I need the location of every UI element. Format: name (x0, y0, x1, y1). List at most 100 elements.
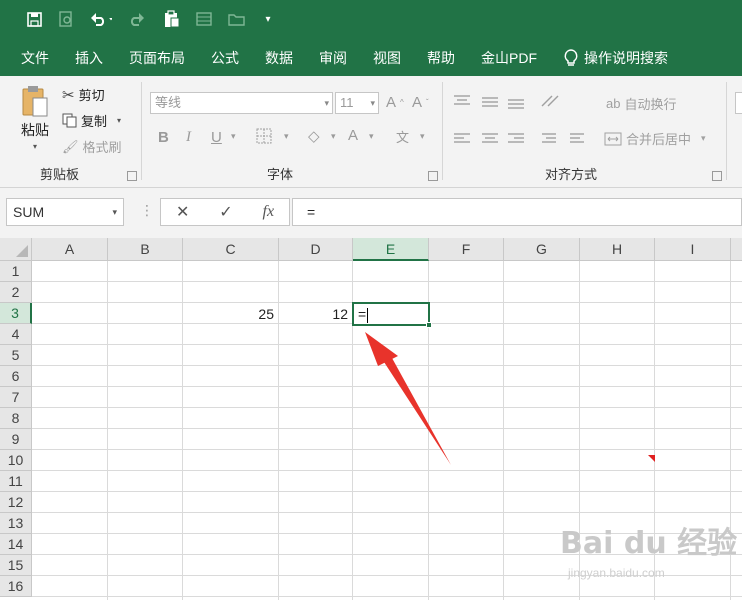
copy-button[interactable]: 复制 ▾ (62, 111, 121, 130)
bold-button[interactable]: B (158, 129, 169, 146)
tab-insert[interactable]: 插入 (62, 40, 116, 76)
fill-color-icon[interactable]: ◇ (308, 127, 320, 145)
ribbon-tabs: 文件 开始 插入 页面布局 公式 数据 审阅 视图 帮助 金山PDF 操作说明搜… (0, 38, 742, 126)
underline-dropdown-icon[interactable]: ▾ (231, 131, 236, 142)
row-header-3[interactable]: 3 (0, 303, 32, 324)
phonetic-icon[interactable]: 文 (396, 127, 409, 146)
clipboard-group-label: 剪贴板 (40, 167, 80, 182)
paste-label: 粘贴 (21, 122, 49, 138)
name-box[interactable]: SUM ▾ (6, 198, 124, 226)
merge-center-button[interactable]: 合并后居中 ▾ (604, 129, 706, 148)
row-header-5[interactable]: 5 (0, 345, 32, 366)
cell-d3[interactable]: 12 (279, 304, 352, 325)
column-header-a[interactable]: A (32, 238, 108, 261)
row-header-14[interactable]: 14 (0, 534, 32, 555)
row-header-15[interactable]: 15 (0, 555, 32, 576)
paste-button[interactable]: 粘贴 ▾ (14, 84, 56, 151)
customize-icon[interactable]: ▾ (252, 0, 284, 38)
row-header-10[interactable]: 10 (0, 450, 32, 471)
chevron-down-icon: ▾ (701, 133, 706, 143)
italic-button[interactable]: I (186, 129, 191, 146)
fill-dropdown-icon[interactable]: ▾ (331, 131, 336, 142)
increase-font-icon[interactable]: A ^ (386, 94, 404, 111)
row-header-6[interactable]: 6 (0, 366, 32, 387)
number-format-combo[interactable] (735, 92, 742, 114)
column-header-c[interactable]: C (183, 238, 279, 261)
wrap-text-button[interactable]: ab 自动换行 (606, 94, 676, 113)
font-size-value: 11 (340, 95, 354, 110)
column-header-f[interactable]: F (429, 238, 504, 261)
redo-icon[interactable] (120, 0, 156, 38)
decrease-font-icon[interactable]: Aˇ (412, 94, 429, 111)
cut-button[interactable]: ✂ 剪切 (62, 85, 105, 104)
drag-handle-icon[interactable]: ⋮ (140, 202, 154, 219)
clipboard-launcher-icon[interactable] (127, 171, 137, 181)
font-color-icon[interactable]: A (348, 127, 358, 144)
tab-formulas[interactable]: 公式 (198, 40, 252, 76)
insert-function-icon[interactable]: fx (263, 203, 275, 221)
row-header-16[interactable]: 16 (0, 576, 32, 597)
grid-line (32, 491, 742, 492)
format-painter-button[interactable]: 🖌 格式刷 (62, 137, 122, 156)
chevron-down-icon: ▾ (117, 116, 122, 125)
borders-dropdown-icon[interactable]: ▾ (284, 131, 289, 142)
tab-view[interactable]: 视图 (360, 40, 414, 76)
folder-icon[interactable] (220, 0, 252, 38)
row-header-2[interactable]: 2 (0, 282, 32, 303)
enter-icon[interactable]: ✓ (219, 202, 232, 222)
tab-help[interactable]: 帮助 (414, 40, 468, 76)
tab-file[interactable]: 文件 (8, 40, 62, 76)
tab-page-layout[interactable]: 页面布局 (116, 40, 198, 76)
column-header-e[interactable]: E (353, 238, 429, 261)
undo-icon[interactable] (82, 0, 120, 38)
chevron-down-icon: ▾ (370, 98, 375, 108)
phonetic-dropdown-icon[interactable]: ▾ (420, 131, 425, 142)
column-header-partial[interactable] (731, 238, 742, 261)
watermark-url: jingyan.baidu.com (568, 566, 665, 580)
tell-me-label: 操作说明搜索 (584, 50, 668, 66)
grid-line (32, 512, 742, 513)
column-header-h[interactable]: H (580, 238, 655, 261)
font-name-combo[interactable]: 等线 ▾ (150, 92, 333, 114)
row-header-7[interactable]: 7 (0, 387, 32, 408)
chevron-down-icon: ▾ (112, 207, 117, 217)
font-size-combo[interactable]: 11 ▾ (335, 92, 379, 114)
font-launcher-icon[interactable] (428, 171, 438, 181)
brush-icon: 🖌 (62, 138, 79, 154)
select-all-button[interactable] (0, 238, 32, 261)
copy-icon (62, 113, 77, 128)
ribbon-home: 粘贴 ▾ ✂ 剪切 复制 ▾ 🖌 格式刷 剪贴板 等线 ▾ 11 ▾ A ^ Aˇ… (0, 76, 742, 188)
column-header-i[interactable]: I (655, 238, 731, 261)
column-header-b[interactable]: B (108, 238, 183, 261)
alignment-launcher-icon[interactable] (712, 171, 722, 181)
tab-data[interactable]: 数据 (252, 40, 306, 76)
form-icon[interactable] (188, 0, 220, 38)
tab-review[interactable]: 审阅 (306, 40, 360, 76)
clipboard-icon[interactable] (156, 0, 188, 38)
row-header-9[interactable]: 9 (0, 429, 32, 450)
tab-kingsoft-pdf[interactable]: 金山PDF (468, 40, 550, 76)
grid-line (32, 386, 742, 387)
paste-icon (22, 86, 48, 117)
row-header-1[interactable]: 1 (0, 261, 32, 282)
row-header-8[interactable]: 8 (0, 408, 32, 429)
print-preview-icon[interactable] (50, 0, 82, 38)
row-header-4[interactable]: 4 (0, 324, 32, 345)
error-marker-icon (648, 455, 655, 462)
row-header-13[interactable]: 13 (0, 513, 32, 534)
cancel-icon[interactable]: ✕ (176, 202, 189, 222)
column-header-d[interactable]: D (279, 238, 353, 261)
font-color-dropdown-icon[interactable]: ▾ (369, 131, 374, 142)
row-header-12[interactable]: 12 (0, 492, 32, 513)
fill-handle[interactable] (426, 322, 432, 328)
formula-input[interactable]: = (292, 198, 742, 226)
formula-buttons: ✕ ✓ fx (160, 198, 290, 226)
tell-me-search[interactable]: 操作说明搜索 (550, 40, 681, 76)
borders-icon[interactable] (256, 128, 272, 144)
underline-button[interactable]: U (211, 129, 222, 146)
column-header-g[interactable]: G (504, 238, 580, 261)
row-header-11[interactable]: 11 (0, 471, 32, 492)
save-icon[interactable] (18, 0, 50, 38)
cell-c3[interactable]: 25 (183, 304, 278, 325)
active-cell-e3[interactable]: = (352, 302, 432, 328)
